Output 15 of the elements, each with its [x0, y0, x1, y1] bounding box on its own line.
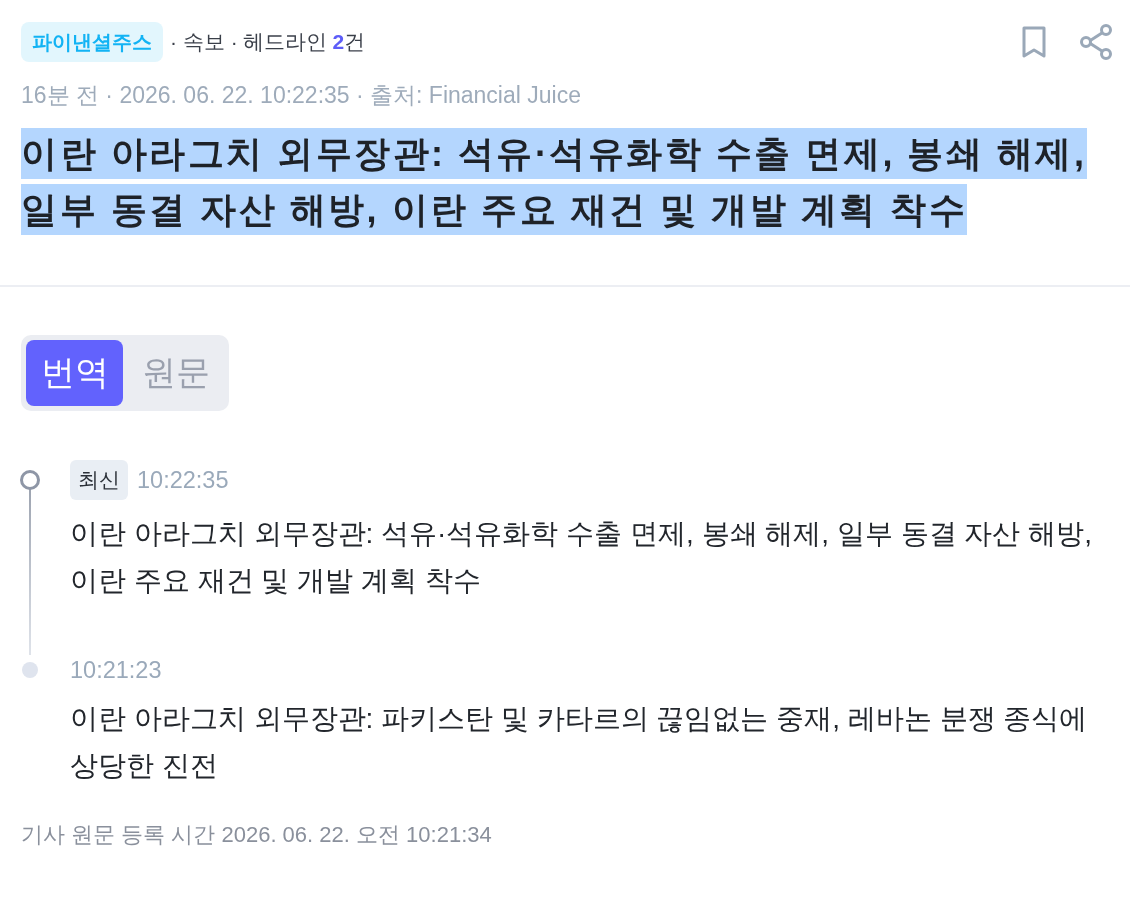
- entry-text: 이란 아라그치 외무장관: 석유·석유화학 수출 면제, 봉쇄 해제, 일부 동결 자산 해방, 이란 주요 재건 및 개발 계획 착수: [70, 517, 1093, 598]
- entry-time: 10:22:35: [137, 466, 229, 495]
- timestamp-source-text: 16분 전 · 2026. 06. 22. 10:22:35 · 출처: Financial Juice: [21, 81, 582, 110]
- headline-count: 2: [332, 30, 345, 54]
- share-button[interactable]: [1079, 23, 1113, 61]
- registration-time-text: 기사 원문 등록 시간 2026. 06. 22. 오전 10:21:34: [20, 821, 493, 849]
- count-unit: 건: [344, 29, 366, 55]
- latest-badge: 최신: [70, 460, 128, 500]
- share-icon: [1079, 23, 1113, 61]
- source-badge: 파이낸셜주스: [21, 22, 163, 62]
- breadcrumb-text: · 속보 · 헤드라인: [170, 29, 328, 55]
- entry-text: 이란 아라그치 외무장관: 파키스탄 및 카타르의 끊임없는 중재, 레바논 분쟁 종식에 상당한 진전: [70, 702, 1089, 783]
- entry-time: 10:21:23: [70, 656, 162, 685]
- bookmark-icon: [1021, 25, 1047, 59]
- view-tab[interactable]: 번역: [26, 340, 123, 406]
